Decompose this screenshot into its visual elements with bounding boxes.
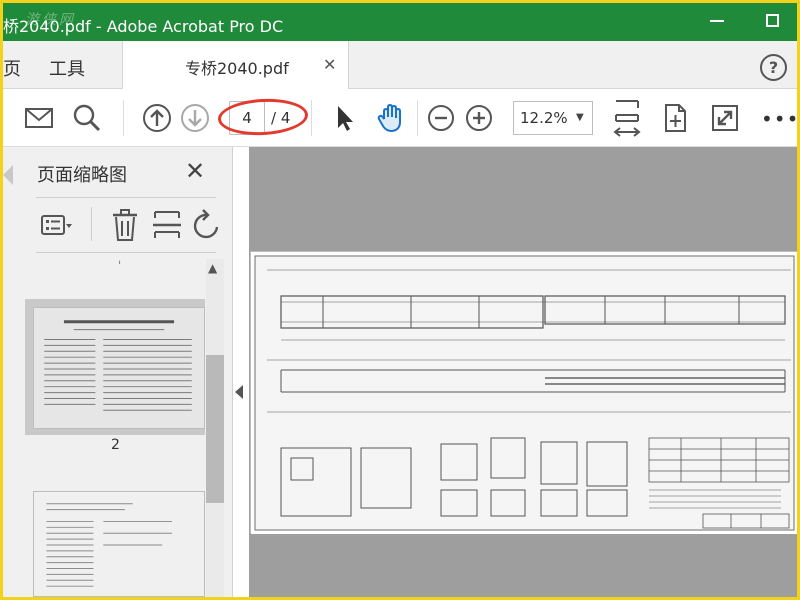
zoom-select[interactable]: 12.2% ▼ xyxy=(513,101,593,135)
select-cursor-icon[interactable] xyxy=(329,102,361,134)
collapse-pane-icon[interactable] xyxy=(235,385,243,399)
page-thumbnail[interactable] xyxy=(33,491,205,597)
toolbar-divider xyxy=(417,100,418,136)
engineering-drawing xyxy=(251,252,797,534)
document-tab[interactable]: 专桥2040.pdf ✕ xyxy=(123,41,349,89)
close-tab-icon[interactable]: ✕ xyxy=(323,55,336,74)
toolbar-divider xyxy=(311,100,312,136)
pane-notch xyxy=(3,165,13,185)
title-bar: 桥2040.pdf - Adobe Acrobat Pro DC 游侠网 xyxy=(3,3,797,41)
hand-tool-icon[interactable] xyxy=(375,102,407,134)
scroll-marker: ˈ xyxy=(118,259,122,273)
chevron-down-icon: ▼ xyxy=(576,112,584,123)
toolbar-divider xyxy=(123,100,124,136)
watermark: 游侠网 xyxy=(25,12,76,28)
tab-bar: 页 工具 专桥2040.pdf ✕ ? xyxy=(3,41,797,89)
help-icon[interactable]: ? xyxy=(760,54,787,81)
zoom-out-icon[interactable] xyxy=(425,102,457,134)
pdf-page xyxy=(250,251,797,534)
pane-divider xyxy=(36,252,216,253)
tools-tab[interactable]: 工具 xyxy=(49,55,85,81)
pane-divider xyxy=(36,197,216,198)
thumbnail-pane: 页面缩略图 ✕ ˈ ▲ 2 xyxy=(3,147,233,597)
document-view[interactable] xyxy=(249,147,797,597)
more-tools-icon[interactable]: ••• xyxy=(761,107,797,131)
options-menu-icon[interactable] xyxy=(39,207,75,243)
minimize-button[interactable] xyxy=(710,20,724,22)
rotate-icon[interactable] xyxy=(191,207,221,243)
app-window: 桥2040.pdf - Adobe Acrobat Pro DC 游侠网 页 工… xyxy=(0,0,800,600)
page-fit-icon[interactable] xyxy=(659,102,691,134)
page-thumbnail[interactable] xyxy=(33,307,205,429)
home-tab[interactable]: 页 xyxy=(3,55,21,81)
pane-tool-divider xyxy=(91,207,92,241)
document-tab-label: 专桥2040.pdf xyxy=(185,59,289,78)
chevron-up-icon[interactable]: ▲ xyxy=(208,261,217,275)
full-screen-icon[interactable] xyxy=(709,102,741,134)
trash-icon[interactable] xyxy=(107,207,143,243)
maximize-button[interactable] xyxy=(766,14,779,27)
search-icon[interactable] xyxy=(71,102,103,134)
fit-width-icon[interactable] xyxy=(611,98,643,138)
next-page-icon[interactable] xyxy=(179,102,211,134)
thumbnail-page-label: 2 xyxy=(111,437,120,453)
zoom-in-icon[interactable] xyxy=(463,102,495,134)
close-pane-icon[interactable]: ✕ xyxy=(185,157,205,185)
toolbar: 4 / 4 12.2% ▼ ••• xyxy=(3,90,797,147)
scrollbar-thumb[interactable] xyxy=(206,355,224,503)
email-icon[interactable] xyxy=(23,102,55,134)
zoom-value: 12.2% xyxy=(520,109,568,127)
previous-page-icon[interactable] xyxy=(141,102,173,134)
insert-page-icon[interactable] xyxy=(149,207,185,243)
pane-title: 页面缩略图 xyxy=(37,165,127,186)
